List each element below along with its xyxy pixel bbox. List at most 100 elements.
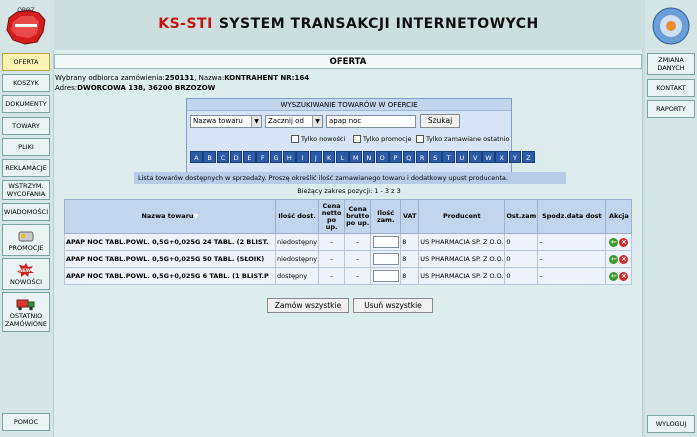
recipient-label: Wybrany odbiorca zamówienia: <box>55 74 165 82</box>
nav-pliki[interactable]: PLIKI <box>2 138 50 156</box>
delete-icon[interactable]: × <box>619 271 629 281</box>
table-row: APAP NOC TABL.POWL. 0,5G+0,025G 24 TABL.… <box>64 233 633 251</box>
cell-vat: 8 <box>400 233 420 251</box>
check-recent[interactable]: Tylko zamawiane ostatnio <box>416 135 510 143</box>
search-panel: WYSZUKIWANIE TOWARÓW W OFERCIE Nazwa tow… <box>186 98 535 173</box>
nav-reklamacje[interactable]: REKLAMACJE <box>2 159 50 177</box>
nav-ostatnio-zamowione[interactable]: OSTATNIO ZAMÓWIONE <box>2 292 50 332</box>
delete-icon[interactable]: × <box>619 254 629 264</box>
letter-t[interactable]: T <box>442 151 455 163</box>
cell-vat: 8 <box>400 250 420 268</box>
letter-y[interactable]: Y <box>508 151 522 163</box>
cell-vat: 8 <box>400 267 420 285</box>
letter-d[interactable]: D <box>229 151 243 163</box>
search-query: apap noc <box>329 117 362 125</box>
col-qty: Ilość zam. <box>370 199 402 234</box>
remove-all-button[interactable]: Usuń wszystkie <box>353 298 433 313</box>
letter-z[interactable]: Z <box>522 151 535 163</box>
check-promo-label: Tylko promocje <box>363 135 412 143</box>
page-title: OFERTA <box>54 54 642 69</box>
cell-net: – <box>318 267 346 285</box>
search-input[interactable]: apap noc <box>326 115 416 128</box>
letter-u[interactable]: U <box>455 151 469 163</box>
checkbox-promo[interactable] <box>353 135 361 143</box>
letter-r[interactable]: R <box>415 151 429 163</box>
nav-nowosci[interactable]: NEW! NOWOŚCI <box>2 258 50 290</box>
cell-avail: dostępny <box>274 267 320 285</box>
svg-text:OBOZ: OBOZ <box>17 7 35 14</box>
letter-n[interactable]: N <box>362 151 376 163</box>
letter-q[interactable]: Q <box>402 151 416 163</box>
sort-down-icon: ▼ <box>193 212 199 220</box>
recipient-id: 250131 <box>164 74 195 82</box>
nav-wyloguj[interactable]: WYLOGUJ <box>647 415 695 433</box>
letter-g[interactable]: G <box>269 151 283 163</box>
letter-e[interactable]: E <box>243 151 256 163</box>
cell-producer: US PHARMACIA SP. Z O.O. <box>418 250 506 268</box>
range-info: Bieżący zakres pozycji: 1 - 3 z 3 <box>297 187 401 195</box>
recipient-info: Wybrany odbiorca zamówienia:250131, Nazw… <box>54 73 642 83</box>
letter-a[interactable]: A <box>190 151 203 163</box>
search-button[interactable]: Szukaj <box>420 114 460 128</box>
letter-w[interactable]: W <box>482 151 495 163</box>
check-new[interactable]: Tylko nowości <box>291 135 345 143</box>
cell-qty <box>370 250 402 268</box>
nav-kontakt[interactable]: KONTAKT <box>647 79 695 97</box>
letter-l[interactable]: L <box>336 151 349 163</box>
cell-avail: niedostępny <box>274 233 320 251</box>
cell-qty <box>370 267 402 285</box>
letter-c[interactable]: C <box>216 151 230 163</box>
search-mode-select[interactable]: Zacznij od ▼ <box>265 115 323 128</box>
add-to-cart-icon[interactable]: ← <box>609 254 619 264</box>
check-promo[interactable]: Tylko promocje <box>353 135 412 143</box>
checkbox-new[interactable] <box>291 135 299 143</box>
poland-map-logo: OBOZ <box>6 7 46 45</box>
nav-koszyk[interactable]: KOSZYK <box>2 74 50 92</box>
letter-v[interactable]: V <box>468 151 482 163</box>
quantity-input[interactable] <box>372 270 399 282</box>
cell-avail: niedostępny <box>274 250 320 268</box>
nav-towary[interactable]: TOWARY <box>2 117 50 135</box>
letter-o[interactable]: O <box>375 151 389 163</box>
cell-name: APAP NOC TABL.POWL. 0,5G+0,025G 50 TABL.… <box>64 250 276 268</box>
cell-producer: US PHARMACIA SP. Z O.O. <box>418 233 506 251</box>
nav-zmiana-danych[interactable]: ZMIANA DANYCH <box>647 53 695 75</box>
col-name[interactable]: Nazwa towaru▼ <box>64 199 276 234</box>
name-label: , Nazwa: <box>194 74 225 82</box>
quantity-input[interactable] <box>372 236 399 248</box>
cell-qty <box>370 233 402 251</box>
nav-dokumenty[interactable]: DOKUMENTY <box>2 95 50 113</box>
cell-expected: – <box>537 233 607 251</box>
cell-action: ← × <box>605 250 633 268</box>
col-vat: VAT <box>400 199 420 234</box>
nav-nowosci-label: NOWOŚCI <box>9 278 43 286</box>
order-all-button[interactable]: Zamów wszystkie <box>267 298 349 313</box>
letter-f[interactable]: F <box>256 151 269 163</box>
letter-s[interactable]: S <box>429 151 442 163</box>
add-to-cart-icon[interactable]: ← <box>609 271 619 281</box>
letter-p[interactable]: P <box>389 151 402 163</box>
checkbox-recent[interactable] <box>416 135 424 143</box>
nav-oferta[interactable]: OFERTA <box>2 53 50 71</box>
letter-b[interactable]: B <box>203 151 216 163</box>
address-label: Adres: <box>55 84 78 92</box>
cell-gross: – <box>344 267 372 285</box>
letter-x[interactable]: X <box>495 151 509 163</box>
letter-i[interactable]: I <box>296 151 309 163</box>
cell-name: APAP NOC TABL.POWL. 0,5G+0,025G 6 TABL. … <box>64 267 276 285</box>
nav-pomoc[interactable]: POMOC <box>2 413 50 431</box>
delete-icon[interactable]: × <box>619 237 629 247</box>
nav-raporty[interactable]: RAPORTY <box>647 100 695 118</box>
letter-h[interactable]: H <box>282 151 296 163</box>
quantity-input[interactable] <box>372 253 399 265</box>
letter-k[interactable]: K <box>322 151 336 163</box>
add-to-cart-icon[interactable]: ← <box>609 237 619 247</box>
nav-promocje[interactable]: PROMOCJE <box>2 224 50 256</box>
search-field-select[interactable]: Nazwa towaru ▼ <box>190 115 262 128</box>
letter-j[interactable]: J <box>309 151 323 163</box>
cell-gross: – <box>344 250 372 268</box>
cell-action: ← × <box>605 267 633 285</box>
nav-wstrzym-wycofania[interactable]: WSTRZYM. WYCOFANIA <box>2 180 50 200</box>
letter-m[interactable]: M <box>349 151 362 163</box>
nav-wiadomosci[interactable]: WIADOMOŚCI <box>2 203 50 221</box>
